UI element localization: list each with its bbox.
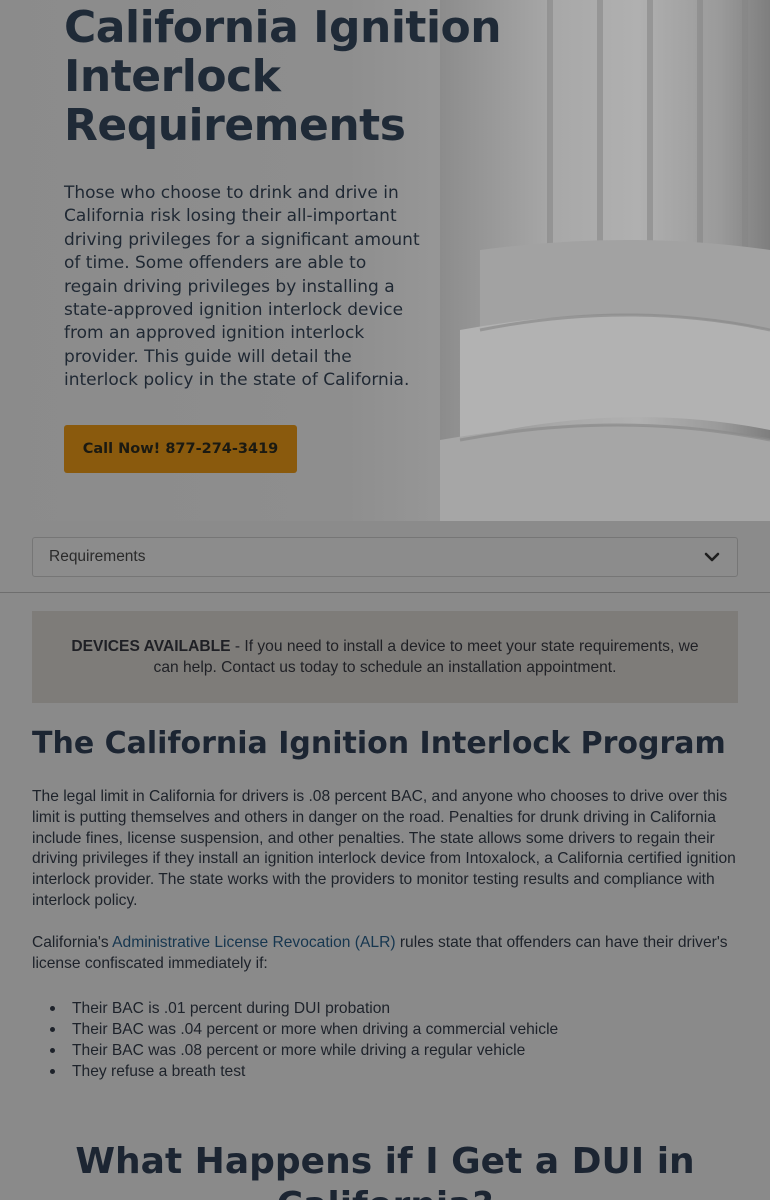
alr-paragraph: California's Administrative License Revo… <box>32 933 742 975</box>
section-nav-bar: Requirements <box>0 521 770 593</box>
hero-description: Those who choose to drink and drive in C… <box>64 183 420 391</box>
devices-available-notice: DEVICES AVAILABLE - If you need to insta… <box>32 611 738 703</box>
notice-body: - If you need to install a device to mee… <box>153 638 699 676</box>
section-heading-program: The California Ignition Interlock Progra… <box>32 726 726 761</box>
alr-link[interactable]: Administrative License Revocation (ALR) <box>112 934 395 951</box>
hero-banner: California Ignition Interlock Requiremen… <box>0 0 770 521</box>
list-item: Their BAC was .08 percent or more while … <box>50 1040 732 1061</box>
alr-conditions-list: Their BAC is .01 percent during DUI prob… <box>50 998 732 1082</box>
program-paragraph: The legal limit in California for driver… <box>32 788 736 909</box>
notice-lead: DEVICES AVAILABLE <box>71 638 231 655</box>
section-heading-dui: What Happens if I Get a DUI in Californi… <box>75 1141 695 1200</box>
list-item: They refuse a breath test <box>50 1061 732 1082</box>
section-select-value: Requirements <box>49 548 146 565</box>
notice-text: DEVICES AVAILABLE - If you need to insta… <box>66 636 704 678</box>
page-title: California Ignition Interlock Requiremen… <box>64 2 502 151</box>
chevron-down-icon <box>704 552 720 562</box>
list-item: Their BAC is .01 percent during DUI prob… <box>50 998 732 1019</box>
alr-prefix: California's <box>32 934 113 951</box>
list-item: Their BAC was .04 percent or more when d… <box>50 1019 732 1040</box>
section-select-dropdown[interactable]: Requirements <box>32 537 738 577</box>
call-now-button[interactable]: Call Now! 877-274-3419 <box>64 425 297 473</box>
